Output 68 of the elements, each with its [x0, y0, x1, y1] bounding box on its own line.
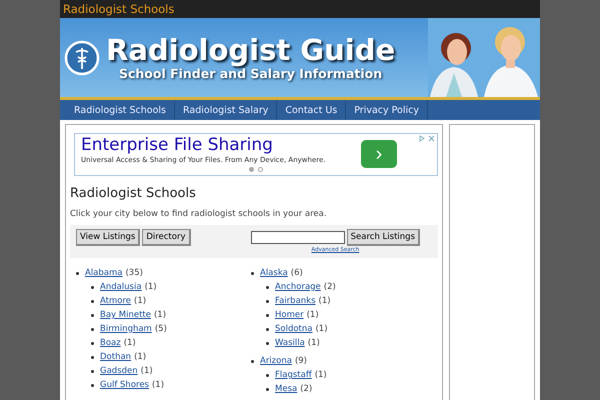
search-button[interactable]: Search Listings — [346, 228, 420, 246]
ad-title[interactable]: Enterprise File Sharing — [81, 134, 273, 156]
page-heading: Radiologist Schools — [70, 186, 197, 201]
listing-count: (2) — [300, 383, 312, 396]
listing-count: (1) — [318, 295, 331, 308]
listing-count: (1) — [306, 309, 319, 322]
bullet-icon — [91, 314, 94, 316]
carousel-dot[interactable] — [249, 167, 254, 172]
toolbar-button[interactable]: Directory — [142, 228, 190, 246]
listing-count: (1) — [154, 309, 166, 322]
listing-count: (1) — [308, 337, 320, 350]
bullet-icon — [251, 272, 254, 274]
listing-count: (9) — [294, 355, 307, 368]
listing-count: (1) — [144, 281, 157, 294]
listing-count: (2) — [324, 281, 336, 294]
ad-choices-icon[interactable] — [419, 135, 435, 142]
listing-count: (1) — [314, 369, 327, 382]
bullet-icon — [91, 300, 94, 302]
site-title[interactable]: Radiologist Schools — [63, 2, 174, 16]
state-link[interactable]: Arizona — [260, 354, 292, 368]
listing-count: (1) — [134, 351, 146, 364]
city-link[interactable]: Birmingham — [100, 322, 152, 336]
state-link[interactable]: Alabama — [85, 266, 122, 280]
listing-count: (1) — [315, 323, 328, 336]
caduceus-icon — [64, 40, 100, 76]
bullet-icon — [266, 374, 269, 376]
city-link[interactable]: Anchorage — [275, 280, 321, 294]
bullet-icon — [266, 342, 269, 344]
city-link[interactable]: Dothan — [100, 350, 132, 364]
city-link[interactable]: Gulf Shores — [100, 378, 149, 392]
bullet-icon — [91, 356, 94, 358]
city-link[interactable]: Atmore — [100, 294, 132, 308]
bullet-icon — [266, 300, 269, 302]
listing-count: (1) — [140, 365, 153, 378]
city-link[interactable]: Soldotna — [275, 322, 312, 336]
city-link[interactable]: Flagstaff — [275, 368, 312, 382]
listing-count: (1) — [152, 379, 164, 392]
bullet-icon — [266, 388, 269, 390]
city-link[interactable]: Boaz — [100, 336, 121, 350]
bullet-icon — [91, 370, 94, 372]
bullet-icon — [91, 384, 94, 386]
bullet-icon — [91, 328, 94, 330]
toolbar-button[interactable]: View Listings — [76, 228, 140, 246]
search-field[interactable] — [250, 230, 345, 244]
carousel-dot[interactable] — [258, 167, 263, 172]
listing-count: (1) — [124, 337, 136, 350]
listing-count: (35) — [125, 267, 143, 280]
state-link[interactable]: Alaska — [260, 266, 288, 280]
bullet-icon — [266, 314, 269, 316]
banner-headline: Radiologist Guide — [106, 34, 396, 66]
city-link[interactable]: Homer — [275, 308, 304, 322]
banner-tagline: School Finder and Salary Information — [118, 66, 382, 81]
listing-count: (6) — [290, 267, 303, 280]
bullet-icon — [76, 272, 79, 274]
bullet-icon — [91, 342, 94, 344]
city-link[interactable]: Mesa — [275, 382, 298, 396]
listing-count: (1) — [134, 295, 146, 308]
bullet-icon — [91, 286, 94, 288]
city-link[interactable]: Wasilla — [275, 336, 305, 350]
listing-count: (5) — [154, 323, 167, 336]
bullet-icon — [266, 328, 269, 330]
city-link[interactable]: Andalusia — [100, 280, 142, 294]
city-link[interactable]: Fairbanks — [275, 294, 316, 308]
city-link[interactable]: Bay Minette — [100, 308, 151, 322]
city-link[interactable]: Gadsden — [100, 364, 138, 378]
intro-text: Click your city below to find radiologist schools in your area. — [70, 208, 328, 219]
bullet-icon — [266, 286, 269, 288]
bullet-icon — [251, 360, 254, 362]
